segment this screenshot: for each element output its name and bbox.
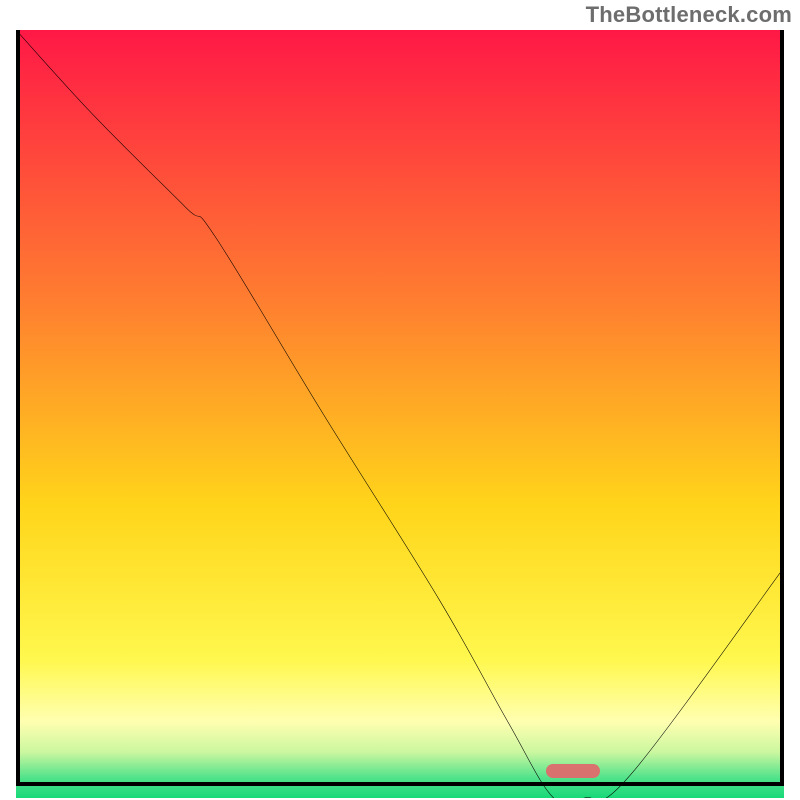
plot-area: [16, 30, 784, 786]
background-gradient: [16, 30, 784, 798]
watermark-text: TheBottleneck.com: [586, 2, 792, 28]
chart-stage: TheBottleneck.com: [0, 0, 800, 800]
